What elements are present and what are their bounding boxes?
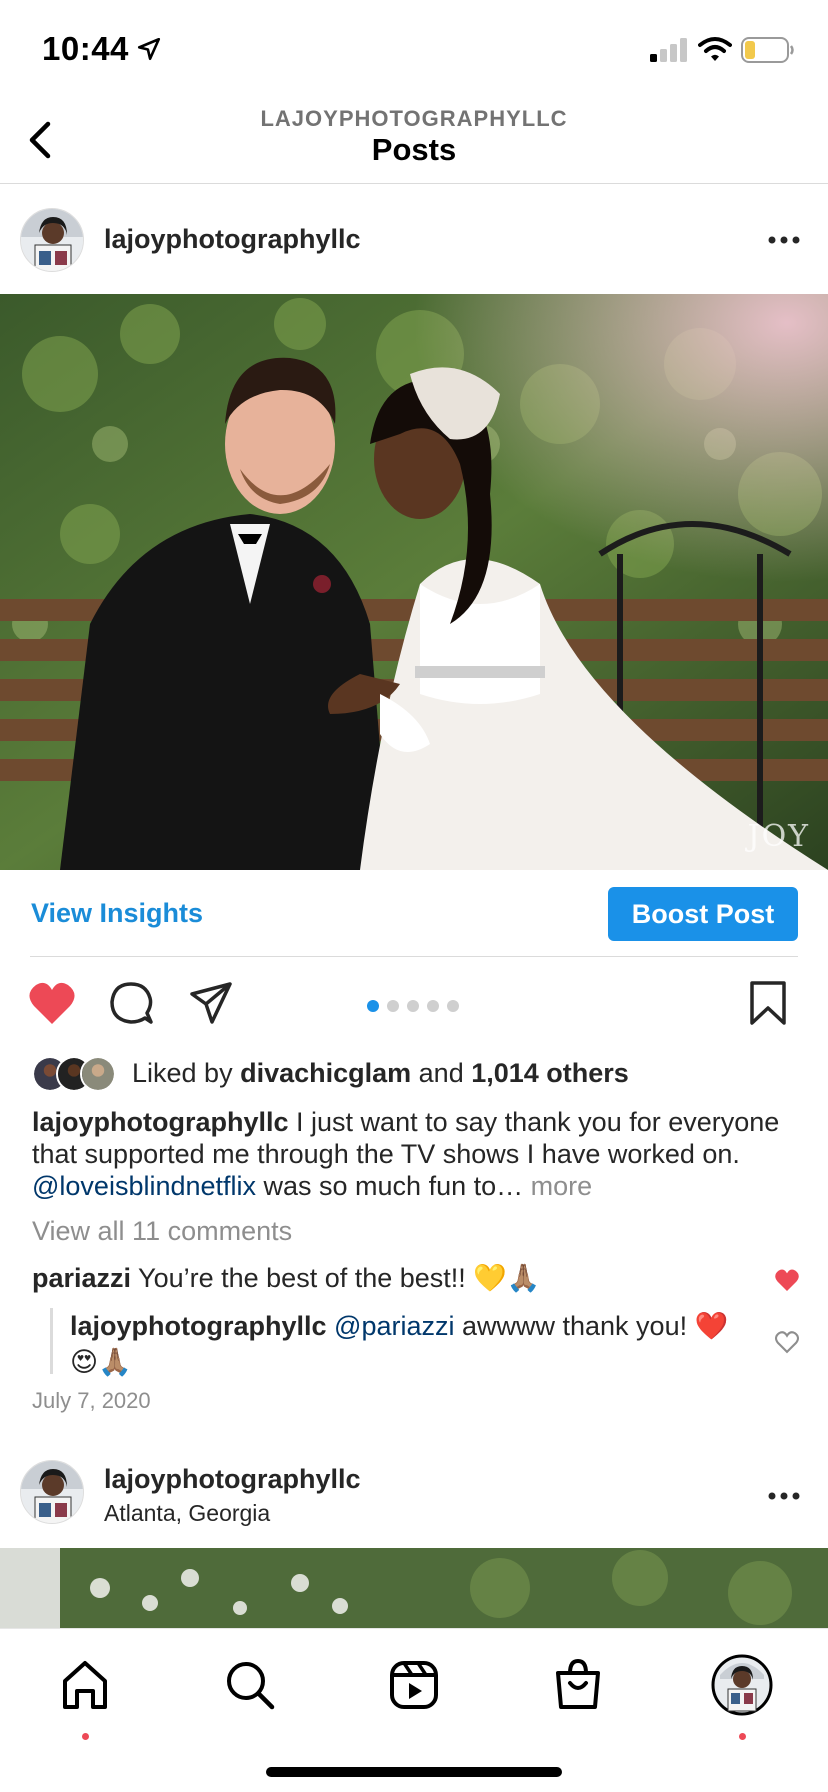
carousel-dot bbox=[427, 1000, 439, 1012]
carousel-dot-active bbox=[367, 1000, 379, 1012]
post-location[interactable]: Atlanta, Georgia bbox=[104, 1500, 270, 1527]
view-insights-link[interactable]: View Insights bbox=[31, 898, 203, 929]
header-account-name: LAJOYPHOTOGRAPHYLLC bbox=[260, 106, 568, 131]
post-username[interactable]: lajoyphotographyllc bbox=[104, 1464, 361, 1495]
tab-profile[interactable] bbox=[710, 1653, 774, 1740]
reply-thread-line bbox=[50, 1308, 53, 1374]
photo-watermark: JOY bbox=[747, 819, 810, 854]
profile-avatar bbox=[711, 1654, 773, 1716]
heart-filled-icon[interactable] bbox=[28, 980, 76, 1026]
more-options-icon[interactable] bbox=[764, 230, 804, 250]
likes-summary[interactable]: Liked by divachicglam and 1,014 others bbox=[132, 1058, 629, 1089]
status-time: 10:44 bbox=[42, 30, 129, 67]
post-header: lajoyphotographyllc bbox=[0, 192, 828, 288]
post-caption: lajoyphotographyllc I just want to say t… bbox=[32, 1107, 780, 1201]
tab-home[interactable] bbox=[53, 1653, 117, 1740]
tab-bar bbox=[0, 1628, 828, 1792]
reply-heart-outline-icon[interactable] bbox=[774, 1330, 800, 1354]
status-bar: 10:44 bbox=[0, 0, 828, 100]
carousel-dot bbox=[407, 1000, 419, 1012]
header: LAJOYPHOTOGRAPHYLLC Posts bbox=[0, 100, 828, 184]
comment-reply: lajoyphotographyllc @pariazzi awwww than… bbox=[70, 1308, 730, 1380]
notification-dot bbox=[739, 1733, 746, 1740]
carousel-indicator bbox=[367, 1000, 459, 1012]
home-icon bbox=[63, 1661, 107, 1709]
likes-count[interactable]: 1,014 others bbox=[471, 1058, 629, 1088]
search-icon bbox=[227, 1662, 275, 1710]
share-icon[interactable] bbox=[188, 980, 234, 1026]
shop-icon bbox=[556, 1658, 600, 1709]
boost-post-button[interactable]: Boost Post bbox=[608, 887, 798, 941]
bookmark-icon[interactable] bbox=[748, 980, 788, 1026]
tab-shop[interactable] bbox=[546, 1653, 610, 1717]
comment-icon[interactable] bbox=[108, 980, 154, 1026]
cell-signal-icon bbox=[650, 38, 687, 62]
comment-username[interactable]: pariazzi bbox=[32, 1263, 131, 1293]
home-indicator bbox=[266, 1767, 562, 1777]
reels-icon bbox=[390, 1661, 438, 1709]
post-actions bbox=[0, 972, 828, 1036]
avatar bbox=[80, 1056, 116, 1092]
liked-by-user[interactable]: divachicglam bbox=[240, 1058, 411, 1088]
carousel-dot bbox=[447, 1000, 459, 1012]
location-arrow-icon bbox=[137, 37, 161, 61]
caption-username[interactable]: lajoyphotographyllc bbox=[32, 1107, 289, 1137]
liked-by-avatars bbox=[32, 1056, 122, 1092]
post-header: lajoyphotographyllc Atlanta, Georgia bbox=[0, 1452, 828, 1548]
notification-dot bbox=[82, 1733, 89, 1740]
caption-more-link[interactable]: more bbox=[523, 1171, 593, 1201]
avatar[interactable] bbox=[20, 208, 84, 272]
wifi-icon bbox=[698, 37, 732, 61]
comment-text: You’re the best of the best!! 💛🙏🏽 bbox=[131, 1263, 541, 1293]
avatar[interactable] bbox=[20, 1460, 84, 1524]
caption-mention[interactable]: @loveisblindnetflix bbox=[32, 1171, 256, 1201]
post-username[interactable]: lajoyphotographyllc bbox=[104, 224, 361, 255]
likes-row[interactable]: Liked by divachicglam and 1,014 others bbox=[32, 1054, 812, 1094]
tab-reels[interactable] bbox=[382, 1653, 446, 1717]
post-photo[interactable]: JOY bbox=[0, 294, 828, 870]
post-date: July 7, 2020 bbox=[32, 1388, 151, 1413]
post-photo[interactable] bbox=[0, 1548, 828, 1628]
comment-heart-filled-icon[interactable] bbox=[774, 1268, 800, 1292]
view-all-comments-link[interactable]: View all 11 comments bbox=[32, 1216, 292, 1247]
insights-row: View Insights Boost Post bbox=[0, 870, 828, 956]
reply-username[interactable]: lajoyphotographyllc bbox=[70, 1311, 327, 1341]
carousel-dot bbox=[387, 1000, 399, 1012]
more-options-icon[interactable] bbox=[764, 1486, 804, 1506]
tab-search[interactable] bbox=[218, 1653, 282, 1717]
divider bbox=[30, 956, 798, 957]
battery-low-icon bbox=[741, 37, 794, 63]
reply-mention[interactable]: @pariazzi bbox=[327, 1311, 454, 1341]
comment: pariazzi You’re the best of the best!! 💛… bbox=[32, 1262, 772, 1294]
page-title: Posts bbox=[371, 132, 457, 167]
